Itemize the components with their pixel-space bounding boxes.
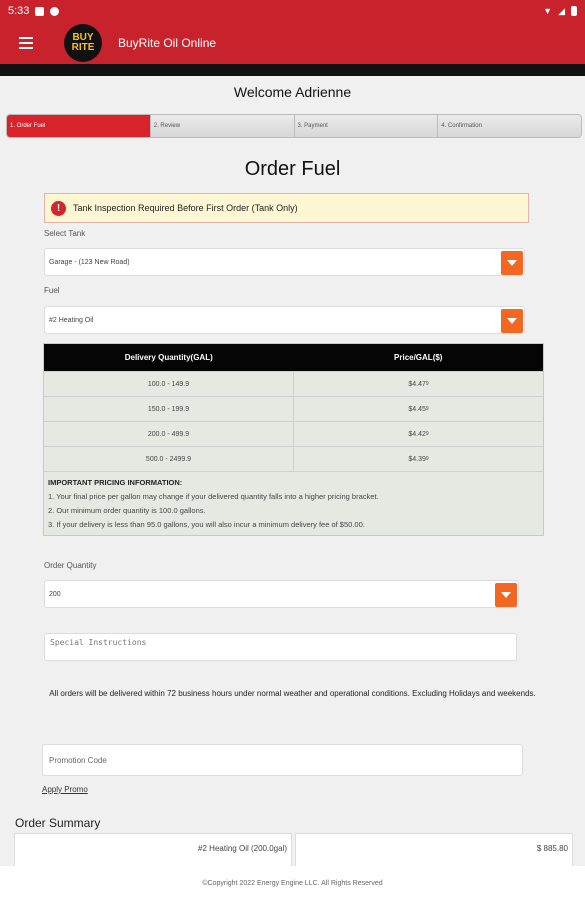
chevron-down-icon[interactable]: [495, 583, 517, 607]
price-fraction: 9: [425, 456, 429, 462]
fuel-label: Fuel: [44, 286, 60, 295]
select-tank-label: Select Tank: [44, 229, 86, 238]
quantity-range: 150.0 - 199.9: [44, 397, 294, 421]
app-title: BuyRite Oil Online: [118, 36, 217, 50]
summary-item: #2 Heating Oil (200.0gal): [14, 833, 292, 867]
buyrite-logo: BUY RITE: [64, 24, 102, 62]
footer-copyright: ©Copyright 2022 Energy Engine LLC. All R…: [0, 866, 585, 900]
tank-select[interactable]: Garage - (123 New Road): [44, 248, 525, 276]
price-cell: $4.42 9: [294, 422, 543, 446]
notification-icon: [35, 6, 45, 16]
app-notification-icon: [50, 6, 60, 16]
delivery-note: All orders will be delivered within 72 b…: [49, 689, 536, 698]
promotion-code-input[interactable]: Promotion Code: [42, 744, 523, 776]
price-cell: $4.39 9: [294, 447, 543, 471]
price-value: $4.39: [408, 455, 426, 463]
special-instructions-field[interactable]: Special Instructions: [44, 633, 517, 661]
table-row: 200.0 - 499.9 $4.42 9: [44, 421, 543, 446]
price-cell: $4.47 9: [294, 372, 543, 396]
table-row: 500.0 - 2499.9 $4.39 9: [44, 446, 543, 471]
welcome-message: Welcome Adrienne: [233, 84, 352, 100]
signal-icon: ◢: [558, 5, 565, 16]
hamburger-line: [19, 47, 33, 49]
order-quantity-select[interactable]: 200: [44, 580, 519, 608]
price-column-header: Price/GAL($): [394, 353, 443, 362]
hamburger-line: [19, 42, 33, 44]
pricing-note: 2. Our minimum order quantity is 100.0 g…: [48, 506, 206, 515]
step-confirmation[interactable]: 4. Confirmation: [438, 115, 581, 137]
fuel-select-value: #2 Heating Oil: [49, 316, 94, 324]
pricing-table: Delivery Quantity(GAL) Price/GAL($) 100.…: [43, 343, 544, 536]
pricing-table-header: Delivery Quantity(GAL) Price/GAL($): [44, 344, 543, 371]
quantity-range: 100.0 - 149.9: [44, 372, 294, 396]
hamburger-icon: [19, 37, 33, 39]
quantity-range: 200.0 - 499.9: [44, 422, 294, 446]
page-title: Order Fuel: [244, 158, 341, 180]
quantity-column-header: Delivery Quantity(GAL): [124, 353, 213, 362]
pricing-note: 3. If your delivery is less than 95.0 ga…: [48, 520, 365, 529]
chevron-down-icon[interactable]: [501, 309, 523, 333]
exclamation-icon: !: [51, 200, 66, 216]
order-quantity-value: 200: [49, 590, 61, 598]
order-quantity-label: Order Quantity: [44, 561, 97, 570]
price-value: $4.47: [408, 380, 426, 388]
wifi-icon: ▼: [543, 6, 553, 16]
header-divider: [0, 64, 585, 76]
pricing-note: 1. Your final price per gallon may chang…: [48, 492, 379, 501]
pricing-notes: IMPORTANT PRICING INFORMATION: 1. Your f…: [44, 471, 543, 535]
step-payment[interactable]: 3. Payment: [294, 115, 439, 137]
tank-select-value: Garage - (123 New Road): [49, 258, 130, 266]
step-order-fuel[interactable]: 1. Order Fuel: [7, 115, 151, 137]
order-summary-title: Order Summary: [15, 816, 101, 830]
order-progress-steps: 1. Order Fuel 2. Review 3. Payment 4. Co…: [6, 114, 582, 138]
table-row: 150.0 - 199.9 $4.45 9: [44, 396, 543, 421]
price-value: $4.42: [408, 430, 426, 438]
price-fraction: 9: [425, 431, 429, 437]
price-fraction: 9: [425, 381, 429, 387]
menu-button[interactable]: [6, 22, 46, 64]
chevron-down-icon[interactable]: [501, 251, 523, 275]
fuel-select[interactable]: #2 Heating Oil: [44, 306, 525, 334]
apply-promo-link[interactable]: Apply Promo: [42, 785, 88, 794]
status-bar: 5:33 ▼ ◢: [0, 0, 585, 22]
price-value: $4.45: [408, 405, 426, 413]
logo-text-bottom: RITE: [71, 42, 95, 53]
order-summary: #2 Heating Oil (200.0gal) $ 885.80: [14, 833, 573, 867]
price-cell: $4.45 9: [294, 397, 543, 421]
battery-icon: [571, 6, 577, 16]
pricing-notes-title: IMPORTANT PRICING INFORMATION:: [48, 478, 183, 487]
table-row: 100.0 - 149.9 $4.47 9: [44, 371, 543, 396]
quantity-range: 500.0 - 2499.9: [44, 447, 294, 471]
app-bar: BUY RITE BuyRite Oil Online: [0, 22, 585, 64]
step-review[interactable]: 2. Review: [150, 115, 295, 137]
price-fraction: 9: [425, 406, 429, 412]
alert-text: Tank Inspection Required Before First Or…: [73, 203, 298, 213]
tank-inspection-alert: ! Tank Inspection Required Before First …: [44, 193, 529, 223]
status-time: 5:33: [8, 5, 30, 17]
summary-amount: $ 885.80: [295, 833, 573, 867]
